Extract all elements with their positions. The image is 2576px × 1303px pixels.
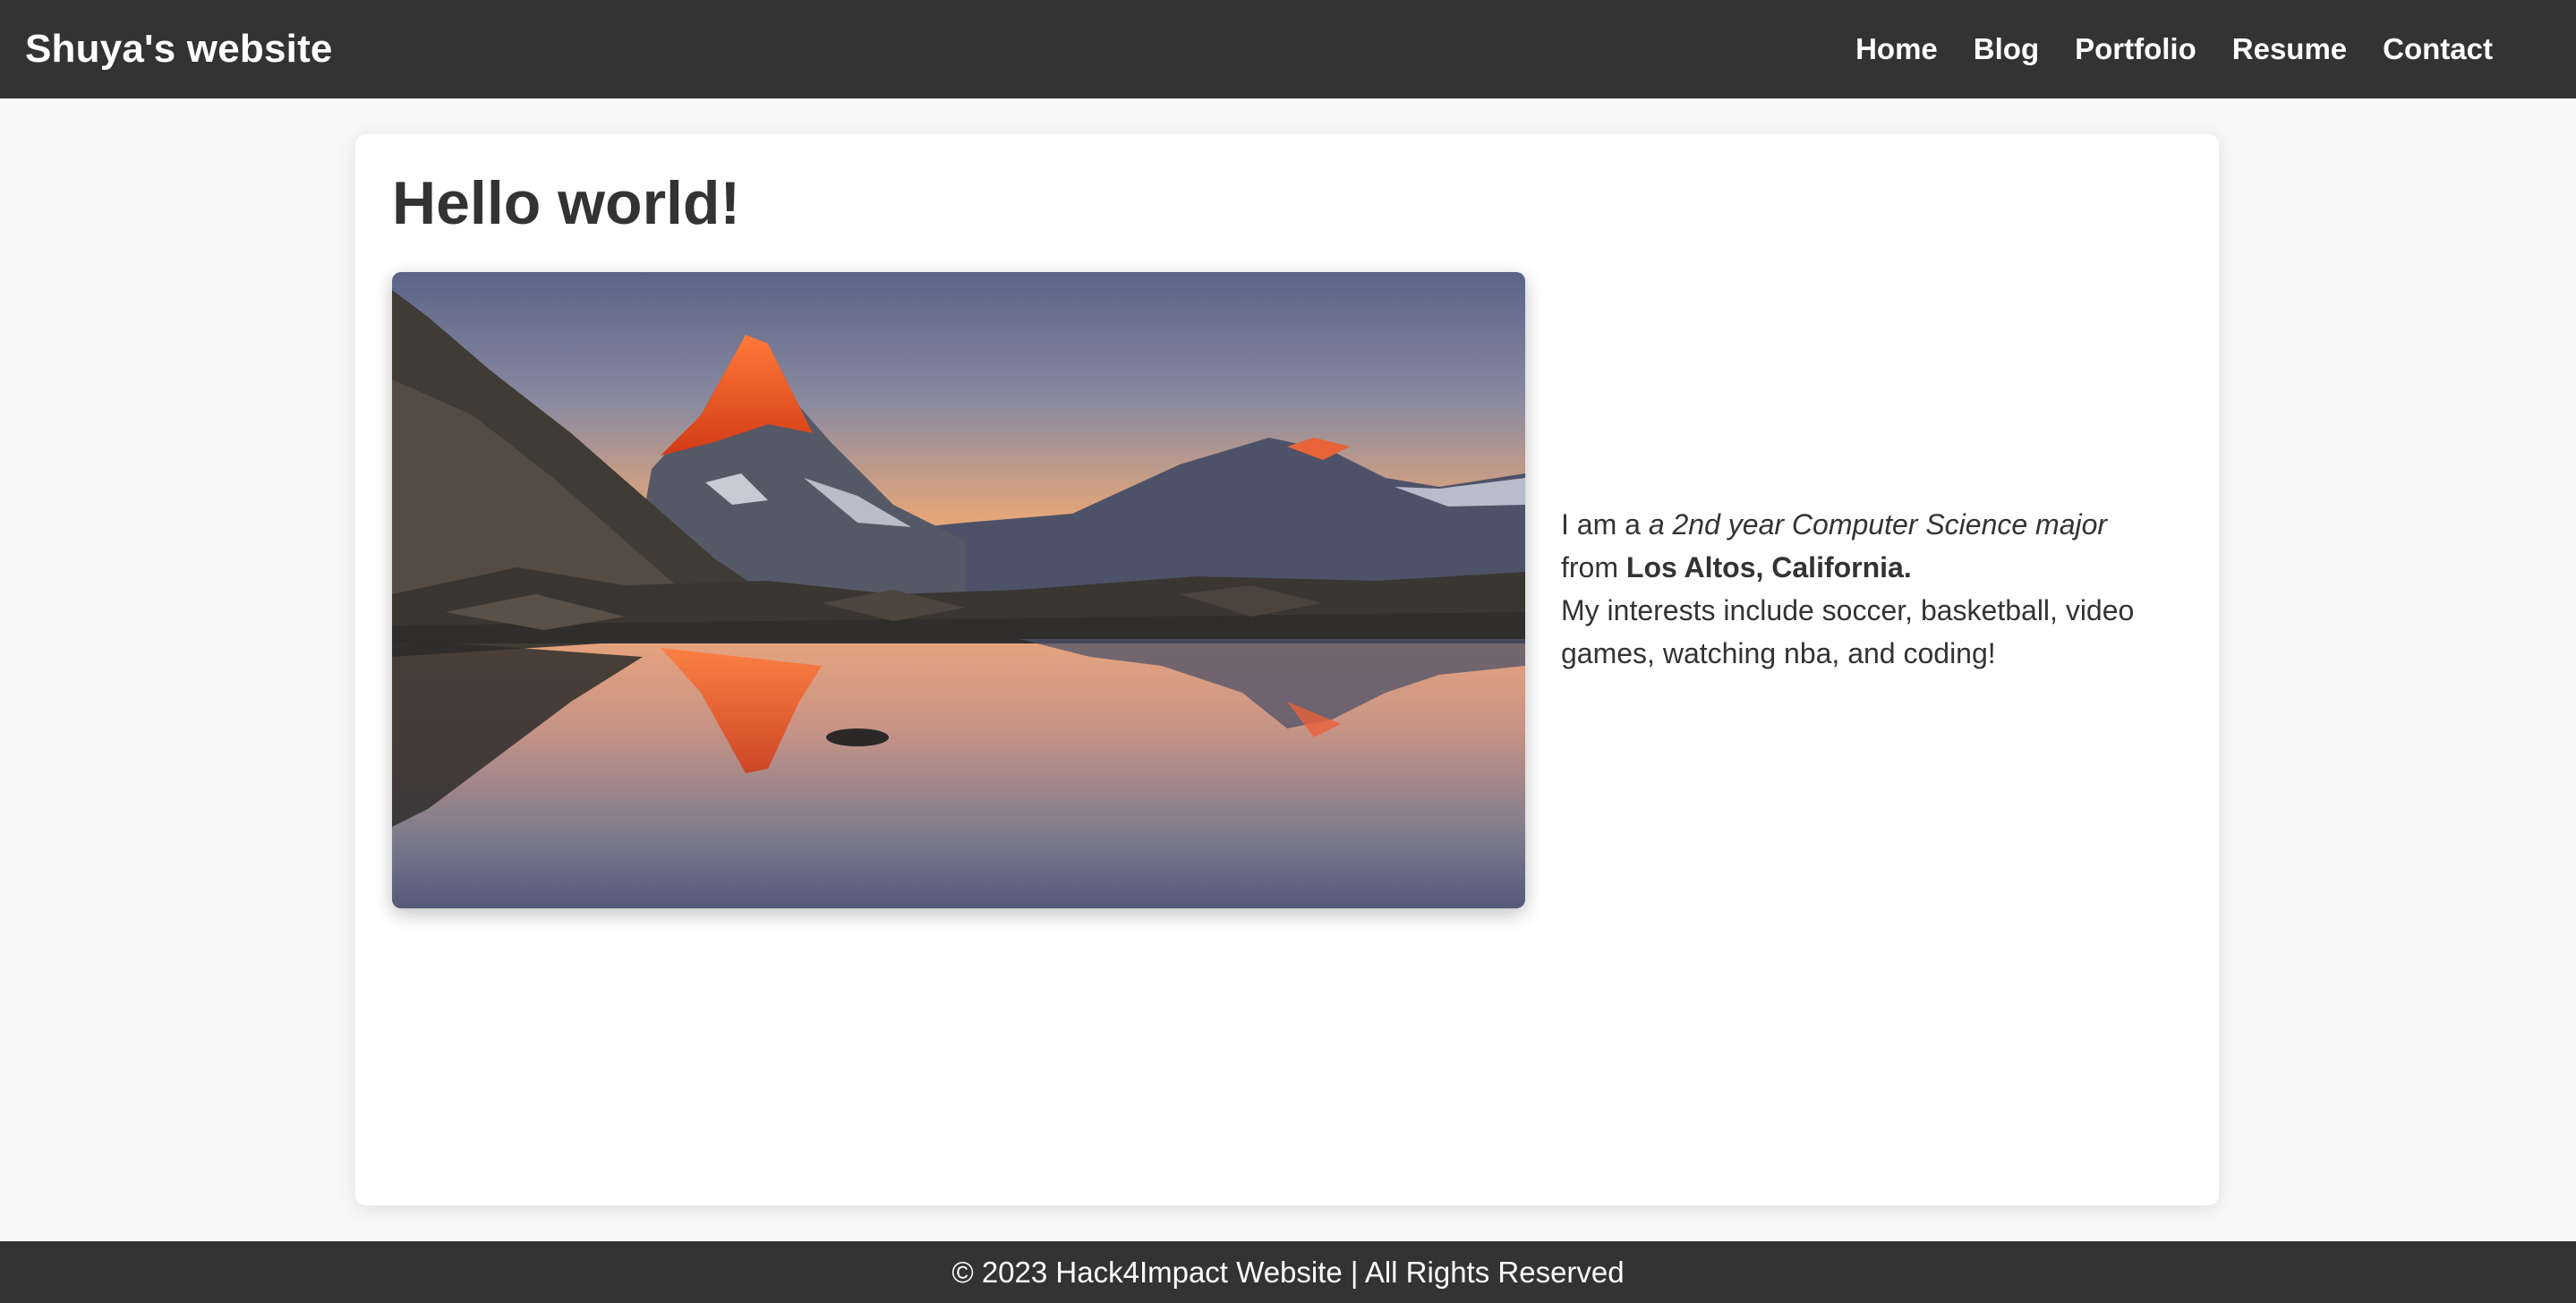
mountain-lake-image xyxy=(392,272,1525,908)
mountain-lake-illustration xyxy=(392,272,1525,908)
bio-location: Los Altos, California. xyxy=(1625,551,1912,583)
nav-link-resume[interactable]: Resume xyxy=(2232,32,2347,66)
content-card: Hello world! I am a a 2nd year Computer … xyxy=(355,134,2219,1205)
nav-link-portfolio[interactable]: Portfolio xyxy=(2075,32,2196,66)
footer-text: © 2023 Hack4Impact Website | All Rights … xyxy=(951,1255,1625,1289)
bio-major: a 2nd year Computer Science major xyxy=(1648,508,2108,541)
footer: © 2023 Hack4Impact Website | All Rights … xyxy=(0,1241,2576,1303)
nav-link-blog[interactable]: Blog xyxy=(1974,32,2039,66)
bio-text: I am a a 2nd year Computer Science major… xyxy=(1561,503,2161,675)
nav-link-home[interactable]: Home xyxy=(1855,32,1938,66)
nav-link-contact[interactable]: Contact xyxy=(2383,32,2493,66)
bio-interests: My interests include soccer, basketball,… xyxy=(1561,594,2135,669)
page-heading: Hello world! xyxy=(392,169,741,237)
nav-links: Home Blog Portfolio Resume Contact xyxy=(1820,32,2493,66)
bio-from: from xyxy=(1561,551,1626,583)
site-title[interactable]: Shuya's website xyxy=(25,27,333,72)
bio-intro: I am a xyxy=(1561,508,1649,541)
top-navbar: Shuya's website Home Blog Portfolio Resu… xyxy=(0,0,2576,98)
